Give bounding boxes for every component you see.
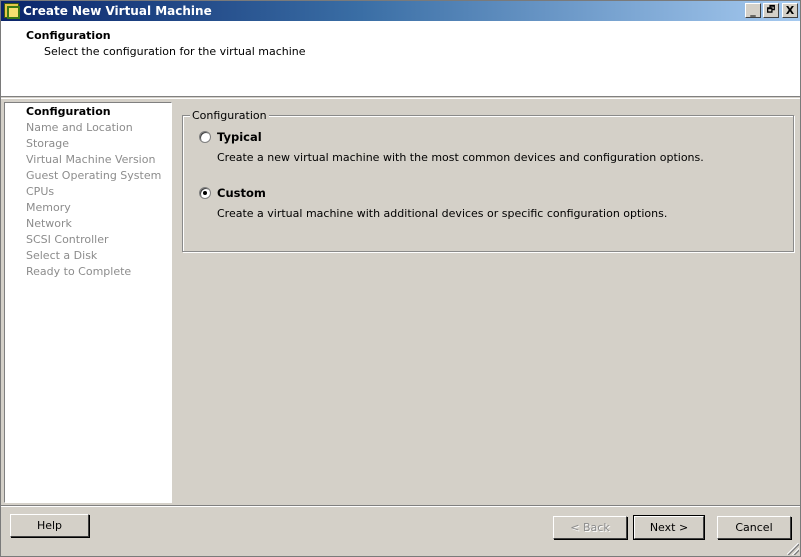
title-bar[interactable]: Create New Virtual Machine _ 🗗 X xyxy=(1,1,800,21)
typical-description: Create a new virtual machine with the mo… xyxy=(217,151,704,164)
header-divider xyxy=(1,98,800,99)
configuration-group-label: Configuration xyxy=(190,109,269,122)
footer-divider xyxy=(1,505,800,507)
nav-item-configuration[interactable]: Configuration xyxy=(26,105,111,118)
close-button[interactable]: X xyxy=(782,3,798,18)
cancel-button[interactable]: Cancel xyxy=(717,516,791,539)
resize-grip-icon[interactable] xyxy=(787,543,799,555)
window-title: Create New Virtual Machine xyxy=(23,4,212,18)
create-vm-window: Create New Virtual Machine _ 🗗 X Configu… xyxy=(0,0,801,557)
back-button[interactable]: < Back xyxy=(553,516,627,539)
minimize-button[interactable]: _ xyxy=(745,3,761,18)
custom-radio[interactable] xyxy=(199,187,211,199)
nav-item-cpus: CPUs xyxy=(26,185,55,198)
help-button[interactable]: Help xyxy=(10,514,89,537)
nav-item-guest-os: Guest Operating System xyxy=(26,169,162,182)
nav-item-scsi-controller: SCSI Controller xyxy=(26,233,109,246)
custom-description: Create a virtual machine with additional… xyxy=(217,207,668,220)
page-title: Configuration xyxy=(26,29,111,42)
nav-item-vm-version: Virtual Machine Version xyxy=(26,153,156,166)
custom-label[interactable]: Custom xyxy=(217,186,266,200)
nav-item-storage: Storage xyxy=(26,137,70,150)
nav-item-select-disk: Select a Disk xyxy=(26,249,98,262)
vm-app-icon xyxy=(4,3,20,19)
nav-item-ready-to-complete: Ready to Complete xyxy=(26,265,132,278)
wizard-header: Configuration Select the configuration f… xyxy=(1,21,800,97)
configuration-groupbox xyxy=(182,115,794,252)
nav-item-memory: Memory xyxy=(26,201,71,214)
typical-label[interactable]: Typical xyxy=(217,130,262,144)
nav-item-name-and-location: Name and Location xyxy=(26,121,133,134)
wizard-steps-nav: Configuration Name and Location Storage … xyxy=(4,102,172,503)
restore-button[interactable]: 🗗 xyxy=(763,3,779,18)
page-subtitle: Select the configuration for the virtual… xyxy=(44,45,306,58)
next-button[interactable]: Next > xyxy=(633,515,705,540)
typical-radio[interactable] xyxy=(199,131,211,143)
nav-item-network: Network xyxy=(26,217,72,230)
